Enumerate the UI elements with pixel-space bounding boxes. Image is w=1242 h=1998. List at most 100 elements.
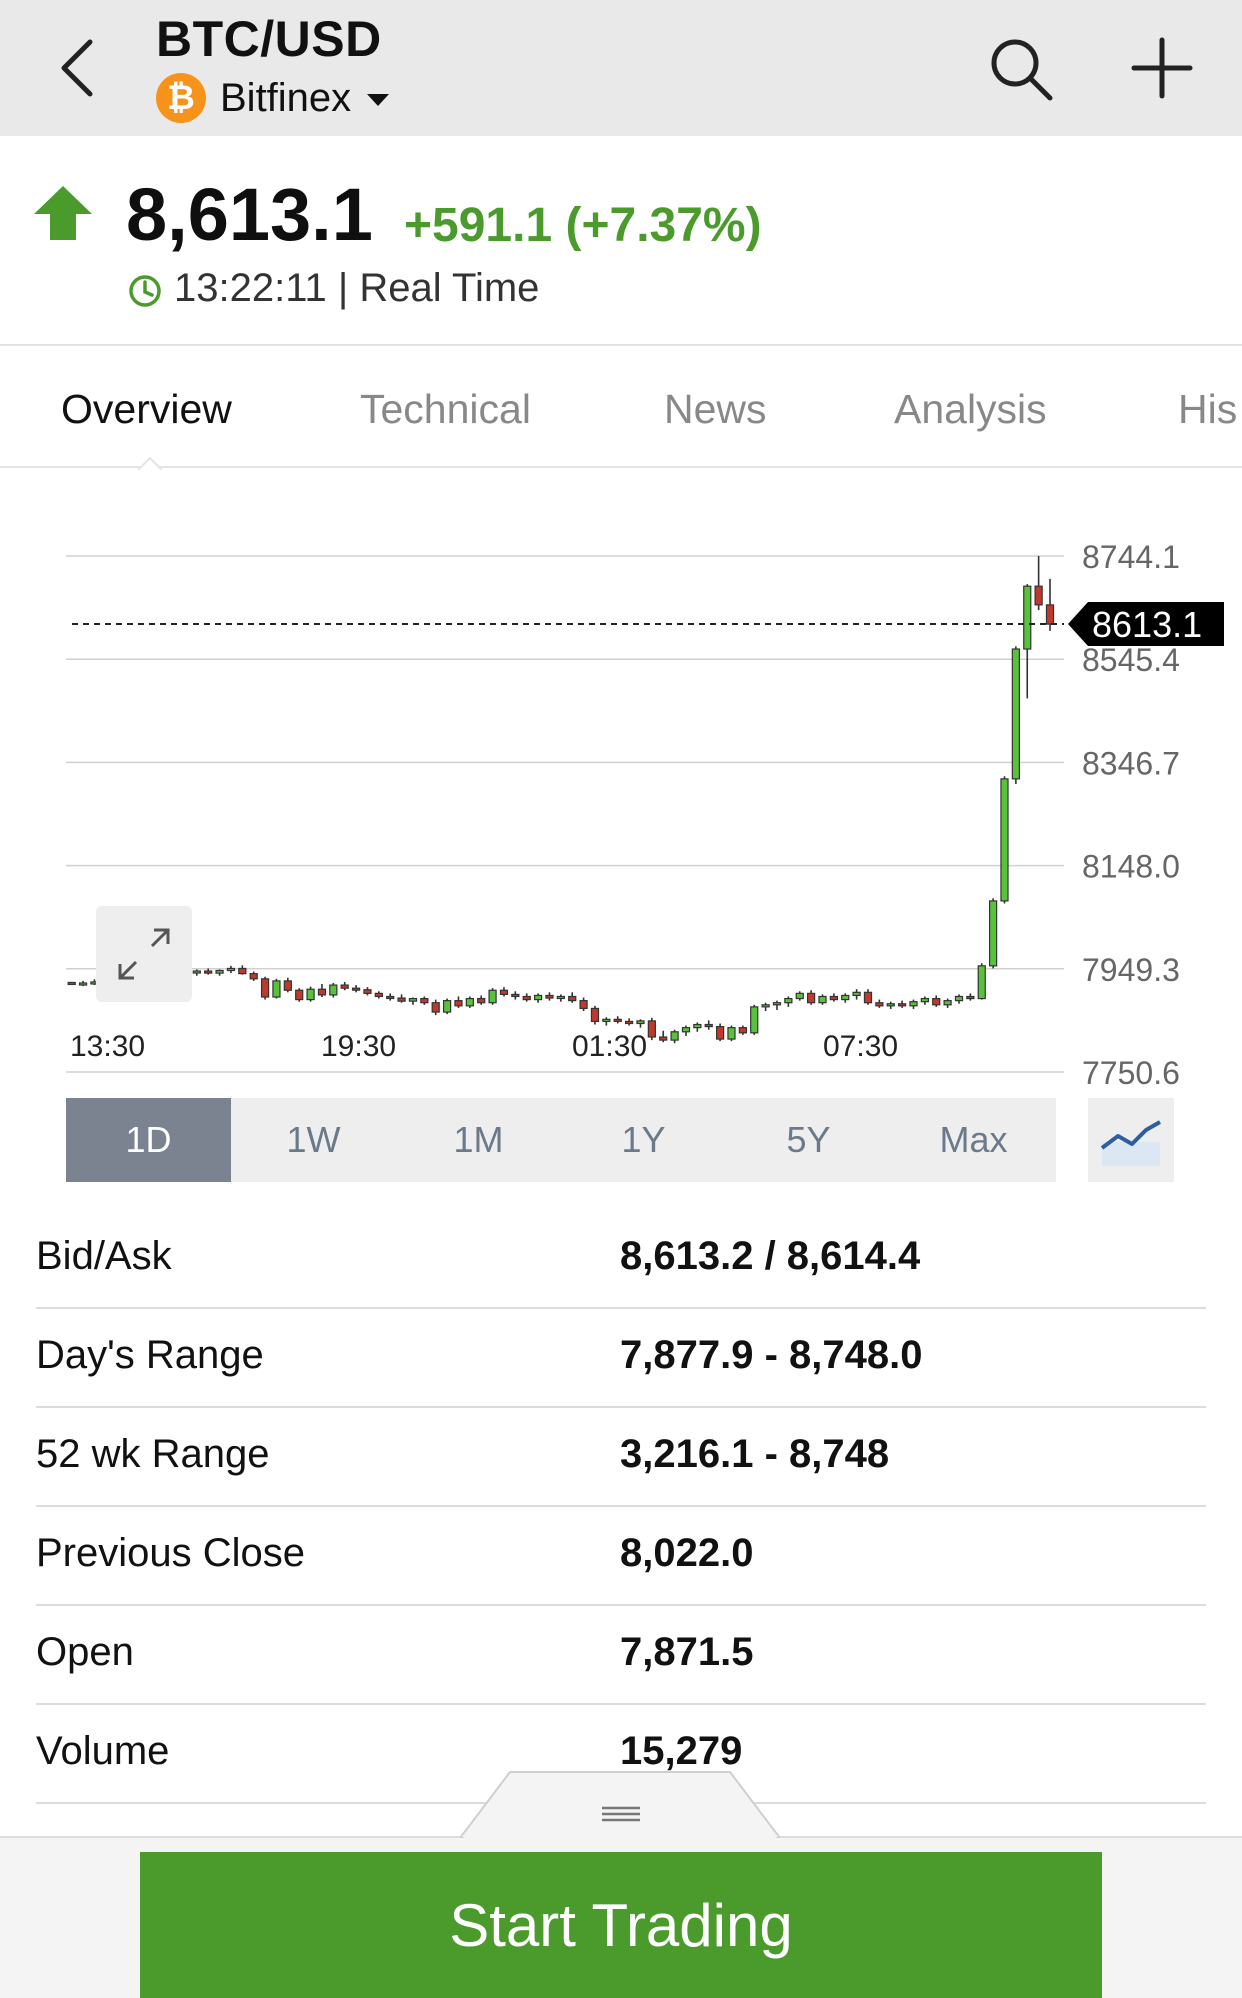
- candle-body: [511, 993, 520, 998]
- candle: [704, 1020, 713, 1030]
- candle: [875, 999, 884, 1008]
- candle: [215, 969, 224, 976]
- range-5y-button[interactable]: 5Y: [726, 1098, 891, 1182]
- quote-panel: 8,613.1 +591.1 (+7.37%) 13:22:11 | Real …: [0, 136, 1242, 346]
- candle-body: [351, 987, 361, 991]
- candle-body: [556, 995, 565, 1000]
- drawer-handle[interactable]: [460, 1770, 780, 1838]
- candle: [841, 993, 850, 1003]
- candle: [590, 1005, 600, 1025]
- candle: [954, 994, 964, 1004]
- candle: [477, 995, 486, 1005]
- candle: [681, 1025, 691, 1036]
- chart-type-button[interactable]: [1088, 1098, 1174, 1182]
- candle: [420, 996, 429, 1005]
- tab-overview[interactable]: Overview: [61, 386, 232, 433]
- chart-gridlines: [66, 555, 1064, 1073]
- y-tick-label: 8346.7: [1082, 745, 1180, 781]
- candle-body: [920, 997, 929, 1003]
- tab-history[interactable]: His: [1178, 386, 1237, 433]
- candle-body: [875, 1002, 884, 1007]
- candle-body: [420, 997, 429, 1004]
- candle: [556, 994, 565, 1002]
- candle-body: [863, 991, 873, 1004]
- start-trading-button[interactable]: Start Trading: [140, 1852, 1102, 1998]
- candle: [374, 991, 383, 999]
- candle: [78, 980, 88, 987]
- tab-news[interactable]: News: [664, 386, 767, 433]
- candle: [784, 996, 793, 1007]
- back-icon[interactable]: [56, 36, 100, 100]
- stat-value: 15,279: [620, 1729, 743, 1773]
- candle-body: [374, 992, 383, 998]
- candle-body: [363, 989, 372, 994]
- expand-icon: [118, 928, 170, 980]
- candle-body: [465, 997, 474, 1007]
- range-1d-button[interactable]: 1D: [66, 1098, 231, 1182]
- candle-body: [647, 1020, 656, 1038]
- candle-body: [454, 1000, 463, 1007]
- candle-body: [841, 994, 850, 1001]
- y-tick-label: 7750.6: [1082, 1055, 1180, 1090]
- exchange-selector[interactable]: ₿ Bitfinex: [156, 72, 390, 124]
- candle-body: [750, 1006, 759, 1034]
- candle-body: [715, 1026, 725, 1040]
- candle: [340, 981, 349, 991]
- range-1m-button[interactable]: 1M: [396, 1098, 561, 1182]
- candle-body: [966, 995, 975, 1000]
- candle: [1000, 776, 1009, 904]
- chevron-down-icon: [367, 94, 390, 106]
- candle: [306, 986, 315, 1002]
- range-max-button[interactable]: Max: [891, 1098, 1056, 1182]
- candlestick-series: [67, 556, 1055, 1044]
- candle: [238, 965, 247, 975]
- tab-technical[interactable]: Technical: [360, 386, 531, 433]
- candle: [602, 1017, 611, 1026]
- candle-body: [613, 1018, 622, 1023]
- section-tabs: Overview Technical News Analysis His: [0, 346, 1242, 468]
- stat-value: 8,613.2 / 8,614.4: [620, 1234, 921, 1278]
- candle-body: [693, 1023, 702, 1029]
- candle-body: [659, 1036, 668, 1041]
- range-1w-button[interactable]: 1W: [231, 1098, 396, 1182]
- tab-analysis[interactable]: Analysis: [894, 386, 1047, 433]
- range-1y-button[interactable]: 1Y: [561, 1098, 726, 1182]
- candle: [852, 989, 861, 1000]
- candle-body: [431, 1002, 440, 1013]
- candle-body: [204, 970, 213, 974]
- candle: [272, 978, 281, 999]
- candle: [499, 987, 509, 997]
- candle: [579, 997, 588, 1012]
- plus-icon[interactable]: [1130, 36, 1194, 100]
- candle-body: [727, 1027, 736, 1040]
- stat-row-days-range: Day's Range 7,877.9 - 8,748.0: [36, 1309, 1206, 1408]
- candle: [568, 992, 577, 1003]
- candle-body: [772, 1002, 782, 1006]
- line-chart-icon: [1100, 1120, 1161, 1166]
- stat-row-previous-close: Previous Close 8,022.0: [36, 1507, 1206, 1606]
- clock-icon: [129, 275, 161, 307]
- candle-body: [1034, 585, 1043, 606]
- candle: [488, 988, 497, 1005]
- candle-body: [795, 992, 804, 1000]
- stat-label: Bid/Ask: [36, 1234, 172, 1278]
- x-tick-label: 19:30: [321, 1030, 396, 1063]
- candle: [829, 993, 838, 1002]
- search-icon[interactable]: [986, 34, 1056, 104]
- candle: [624, 1018, 634, 1026]
- expand-chart-button[interactable]: [96, 906, 192, 1002]
- stat-row-52wk-range: 52 wk Range 3,216.1 - 8,748: [36, 1408, 1206, 1507]
- y-tick-label: 8744.1: [1082, 539, 1180, 575]
- instrument-title: BTC/USD: [156, 11, 382, 67]
- candle: [545, 992, 554, 1001]
- current-price-tag: 8613.1: [1068, 602, 1224, 647]
- candle: [818, 994, 827, 1005]
- bitcoin-icon: ₿: [156, 73, 206, 123]
- candle-body: [477, 997, 486, 1004]
- candle-body: [545, 994, 554, 999]
- current-price-label: 8613.1: [1092, 604, 1202, 645]
- candle: [465, 996, 474, 1008]
- time-range-selector: 1D 1W 1M 1Y 5Y Max: [66, 1098, 1056, 1182]
- candle: [1011, 646, 1020, 785]
- stat-value: 8,022.0: [620, 1531, 754, 1575]
